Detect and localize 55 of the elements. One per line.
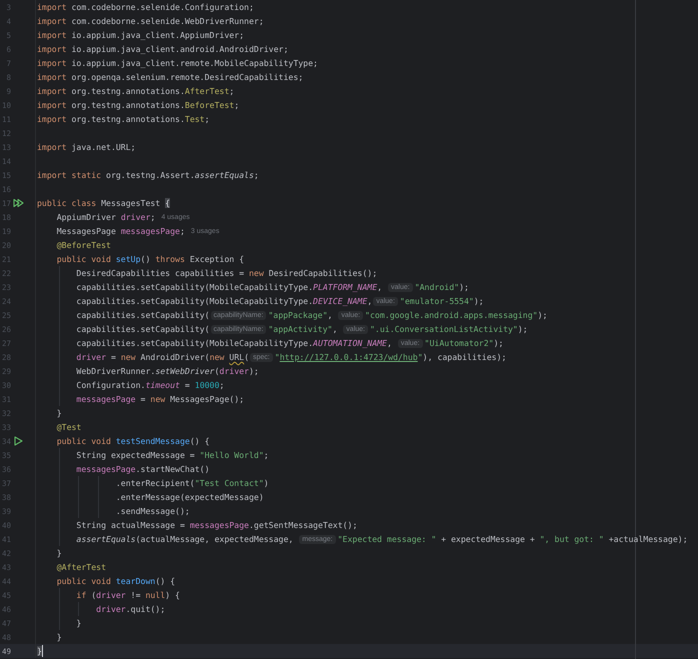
code-text: if (driver != null) { — [75, 590, 180, 600]
code-text: } — [75, 618, 82, 628]
code-text: driver = new AndroidDriver(new URL( — [75, 352, 250, 362]
code-text: messagesPage.startNewChat() — [75, 464, 210, 474]
code-text: import org.testng.annotations.Test; — [37, 114, 210, 124]
code-text: import org.openqa.selenium.remote.DesiredCapabilities; — [37, 72, 304, 82]
code-text: "emulator-5554"); — [400, 296, 484, 306]
code-text: String expectedMessage = "Hello World"; — [75, 450, 269, 460]
code-text: capabilities.setCapability( — [75, 310, 210, 320]
code-text: import com.codeborne.selenide.WebDriverRunner; — [37, 16, 264, 26]
code-text: "http://127.0.0.1:4723/wd/hub"), capabilities); — [274, 352, 506, 362]
code-text: import io.appium.java_client.remote.MobileCapabilityType; — [37, 58, 318, 68]
code-text: capabilities.setCapability(MobileCapabilityType.PLATFORM_NAME, — [75, 282, 384, 292]
code-text: public class MessagesTest { — [37, 198, 170, 208]
code-text: import io.appium.java_client.AppiumDriver; — [37, 30, 244, 40]
code-text: "Expected message: " + expectedMessage + ", but got: " +actualMessage); — [338, 534, 688, 544]
double-play-icon[interactable] — [13, 198, 24, 208]
code-text: import io.appium.java_client.android.AndroidDriver; — [37, 44, 288, 54]
code-text: @AfterTest — [56, 562, 106, 572]
code-text: } — [56, 408, 62, 418]
code-text: } — [56, 548, 62, 558]
code-text: Configuration.timeout = 10000; — [75, 380, 224, 390]
code-text: "appActivity", — [268, 324, 338, 334]
code-text: import com.codeborne.selenide.Configuration; — [37, 2, 254, 12]
code-text: "UiAutomator2"); — [424, 338, 504, 348]
code-text: ".ui.ConversationListActivity"); — [370, 324, 528, 334]
code-text: capabilities.setCapability( — [75, 324, 210, 334]
code-text: .enterRecipient("Test Contact") — [114, 478, 269, 488]
code-text: "appPackage", — [268, 310, 334, 320]
code-text: WebDriverRunner.setWebDriver(driver); — [75, 366, 259, 376]
code-text: @Test — [56, 422, 82, 432]
code-text: public void setUp() throws Exception { — [56, 254, 244, 264]
code-text: .enterMessage(expectedMessage) — [114, 492, 264, 502]
play-icon[interactable] — [13, 436, 24, 446]
code-text: messagesPage = new MessagesPage(); — [75, 394, 244, 404]
code-text: "com.google.android.apps.messaging"); — [365, 310, 548, 320]
code-text: DesiredCapabilities capabilities = new DesiredCapabilities(); — [75, 268, 378, 278]
code-text: capabilities.setCapability(MobileCapabilityType.AUTOMATION_NAME, — [75, 338, 393, 348]
code-text: assertEquals(actualMessage, expectedMessage, — [75, 534, 294, 544]
code-text: .sendMessage(); — [114, 506, 190, 516]
code-text: import org.testng.annotations.BeforeTest; — [37, 100, 240, 110]
code-text: MessagesPage messagesPage; — [56, 226, 185, 236]
code-text: String actualMessage = messagesPage.getSentMessageText(); — [75, 520, 358, 530]
code-text: "Android"); — [414, 282, 469, 292]
code-text: } — [56, 632, 62, 642]
code-text: import org.testng.annotations.AfterTest; — [37, 86, 234, 96]
code-text: public void testSendMessage() { — [56, 436, 210, 446]
code-text: AppiumDriver driver; — [56, 212, 156, 222]
code-text: } — [37, 646, 42, 656]
code-text: import java.net.URL; — [37, 142, 136, 152]
code-text: capabilities.setCapability(MobileCapabilityType.DEVICE_NAME, — [75, 296, 372, 306]
code-text: public void tearDown() { — [56, 576, 176, 586]
code-text: import static org.testng.Assert.assertEquals; — [37, 170, 259, 180]
code-text: driver.quit(); — [95, 604, 166, 614]
code-text: @BeforeTest — [56, 240, 111, 250]
